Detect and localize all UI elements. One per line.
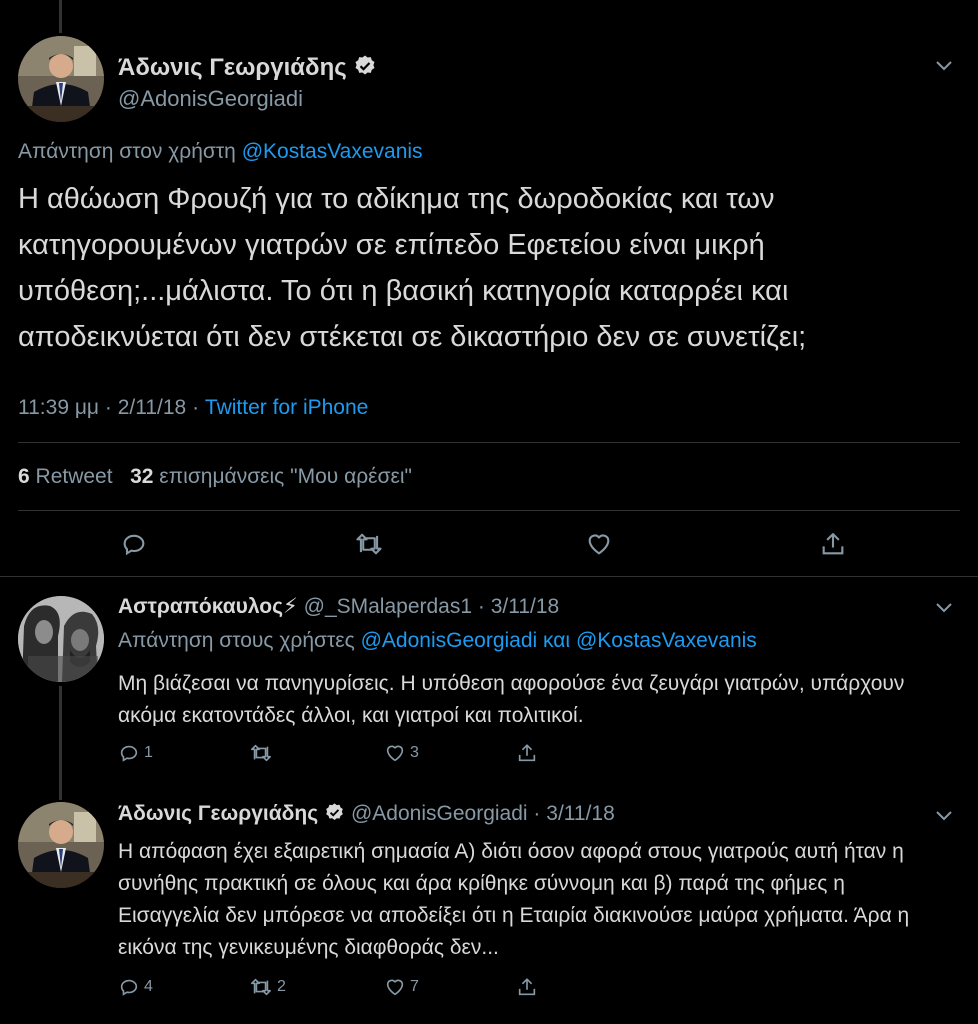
reply-text: Μη βιάζεσαι να πανηγυρίσεις. Η υπόθεση α… <box>118 672 905 727</box>
like-button[interactable]: 3 <box>384 742 419 764</box>
meta-separator: · <box>533 802 541 825</box>
reply-author-name[interactable]: Άδωνις Γεωργιάδης <box>118 802 318 825</box>
author-name[interactable]: Άδωνις Γεωργιάδης <box>118 54 377 85</box>
divider <box>18 510 960 511</box>
share-button[interactable] <box>516 976 538 998</box>
reply-header: Άδωνις Γεωργιάδης @AdonisGeorgiadi · 3/1… <box>118 802 615 829</box>
like-button[interactable]: 7 <box>384 976 419 998</box>
tweet-date[interactable]: 2/11/18 <box>118 396 187 419</box>
heart-icon <box>386 745 404 762</box>
meta-separator: · <box>477 595 485 618</box>
reply-user-link[interactable]: @AdonisGeorgiadi <box>361 629 538 652</box>
retweet-button[interactable]: 2 <box>249 976 286 998</box>
reply-count: 4 <box>144 978 153 995</box>
thread-line <box>59 0 62 33</box>
thread-line <box>59 686 62 800</box>
author-name-text[interactable]: Άδωνις Γεωργιάδης <box>118 54 347 81</box>
like-button[interactable] <box>585 530 613 558</box>
share-icon <box>518 744 536 762</box>
verified-badge-icon <box>353 54 377 85</box>
reply-and: και <box>543 629 571 652</box>
reply-header: Αστραπόκαυλος⚡ @_SMalaperdas1 · 3/11/18 <box>118 594 559 619</box>
meta-separator: · <box>192 396 200 419</box>
retweet-icon <box>251 744 271 762</box>
reply-count: 1 <box>144 744 153 761</box>
reply-prefix: Απάντηση στους χρήστες <box>118 629 355 652</box>
tweet-time[interactable]: 11:39 μμ <box>18 396 99 419</box>
reply-prefix: Απάντηση στον χρήστη <box>18 140 236 163</box>
share-button[interactable] <box>516 742 538 764</box>
reply-user-link[interactable]: @KostasVaxevanis <box>242 140 423 163</box>
reply-author-name[interactable]: Αστραπόκαυλος⚡ <box>118 595 298 618</box>
avatar[interactable] <box>18 36 104 122</box>
like-count[interactable]: 32 <box>130 465 153 488</box>
reply-date[interactable]: 3/11/18 <box>546 802 615 825</box>
reply-icon <box>120 979 138 996</box>
reply-button[interactable]: 4 <box>118 976 153 998</box>
tweet-text: Η αθώωση Φρουζή για το αδίκημα της δωροδ… <box>18 183 807 353</box>
reply-button[interactable] <box>120 530 148 558</box>
reply-author-handle[interactable]: @_SMalaperdas1 <box>304 595 472 618</box>
like-count: 3 <box>410 744 419 761</box>
reply-context: Απάντηση στον χρήστη @KostasVaxevanis <box>18 140 423 164</box>
reply-date[interactable]: 3/11/18 <box>491 595 560 618</box>
chevron-down-icon[interactable] <box>934 808 954 827</box>
reply-author-handle[interactable]: @AdonisGeorgiadi <box>351 802 528 825</box>
reply-text: Η απόφαση έχει εξαιρετική σημασία Α) διό… <box>118 840 910 959</box>
tweet-source[interactable]: Twitter for iPhone <box>205 396 368 419</box>
share-button[interactable] <box>819 530 847 558</box>
reply-icon <box>123 534 145 556</box>
reply-user-link[interactable]: @KostasVaxevanis <box>576 629 757 652</box>
retweet-icon <box>356 533 382 555</box>
author-handle[interactable]: @AdonisGeorgiadi <box>118 86 303 112</box>
reply-context: Απάντηση στους χρήστες @AdonisGeorgiadi … <box>118 629 757 653</box>
like-label[interactable]: επισημάνσεις "Μου αρέσει" <box>159 465 412 488</box>
chevron-down-icon[interactable] <box>934 58 954 77</box>
share-icon <box>518 978 536 996</box>
retweet-count: 2 <box>277 978 286 995</box>
retweet-label[interactable]: Retweet <box>36 465 113 488</box>
meta-separator: · <box>104 396 112 419</box>
tweet-meta: 11:39 μμ · 2/11/18 · Twitter for iPhone <box>18 396 368 420</box>
reply-button[interactable]: 1 <box>118 742 153 764</box>
tweet-stats: 6 Retweet 32 επισημάνσεις "Μου αρέσει" <box>18 465 412 489</box>
retweet-button[interactable] <box>249 742 277 764</box>
reply-icon <box>120 745 138 762</box>
verified-badge-icon <box>324 802 345 829</box>
retweet-count[interactable]: 6 <box>18 465 30 488</box>
share-icon <box>822 533 844 555</box>
chevron-down-icon[interactable] <box>934 600 954 619</box>
heart-icon <box>588 534 610 555</box>
heart-icon <box>386 979 404 996</box>
like-count: 7 <box>410 978 419 995</box>
retweet-icon <box>251 978 271 996</box>
retweet-button[interactable] <box>354 530 384 558</box>
avatar[interactable] <box>18 596 104 682</box>
avatar[interactable] <box>18 802 104 888</box>
divider <box>18 442 960 443</box>
divider <box>0 576 978 577</box>
